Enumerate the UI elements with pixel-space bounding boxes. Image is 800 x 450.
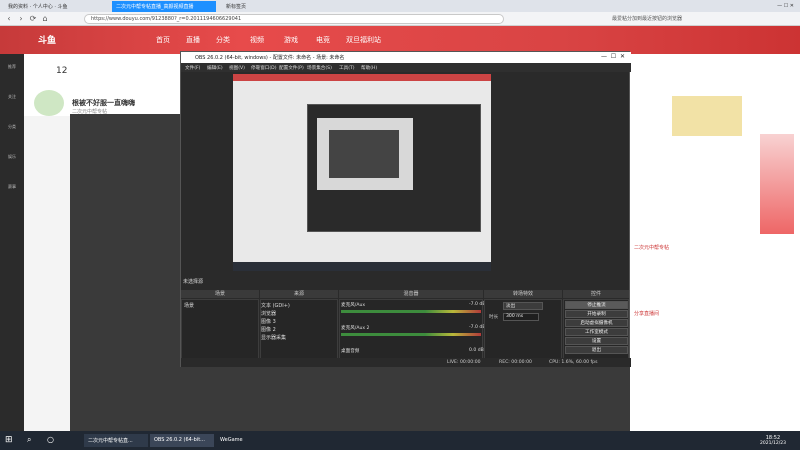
tab-profile[interactable]: 我的资料 · 个人中心 · 斗鱼 bbox=[4, 1, 104, 12]
menu-view[interactable]: 视图(V) bbox=[229, 65, 245, 71]
obs-status-bar: LIVE: 00:00:00 REC: 00:00:00 CPU: 1.6%, … bbox=[181, 358, 631, 367]
refresh-icon[interactable]: ⟳ bbox=[28, 14, 38, 24]
nav-game[interactable]: 游戏 bbox=[284, 35, 298, 45]
obs-title-bar: OBS 26.0.2 (64-bit, windows) - 配置文件: 未命名… bbox=[181, 52, 631, 63]
douyu-header: 斗鱼 首页 直播 分类 视频 游戏 电竞 双旦福利站 bbox=[0, 26, 800, 54]
no-source-label: 未选择源 bbox=[183, 279, 204, 285]
transitions-dock: 淡出 时长 300 ms bbox=[484, 299, 562, 361]
nav-home[interactable]: 首页 bbox=[156, 35, 170, 45]
nav-event[interactable]: 双旦福利站 bbox=[346, 35, 381, 45]
home-icon[interactable]: ⌂ bbox=[40, 14, 50, 24]
taskbar-item-browser[interactable]: 二次元中帮专帖直... bbox=[84, 434, 148, 447]
clock[interactable]: 18:52 2021/12/23 bbox=[756, 432, 790, 446]
share-note[interactable]: 分享直播间 bbox=[634, 310, 659, 317]
preview-capture-header bbox=[233, 74, 491, 81]
nav-esports[interactable]: 电竞 bbox=[316, 35, 330, 45]
status-rec: REC: 00:00:00 bbox=[499, 360, 532, 365]
obs-title: OBS 26.0.2 (64-bit, windows) - 配置文件: 未命名… bbox=[195, 55, 345, 61]
chat-note: 二次元中帮专帖 bbox=[634, 245, 670, 251]
preview-taskbar bbox=[233, 262, 491, 271]
tab-new[interactable]: 新标签页 bbox=[222, 1, 262, 12]
tab-douyu-live[interactable]: 二次元中帮专帖直播_高颜视频直播 bbox=[112, 1, 216, 12]
stream-title: 根被不好服一直嗨嗨 bbox=[72, 99, 135, 107]
promo-banner[interactable] bbox=[672, 96, 742, 136]
address-bar-row: ‹ › ⟳ ⌂ https://www.douyu.com/9123880?_r… bbox=[0, 12, 800, 26]
menu-scene-collection[interactable]: 场景集合(S) bbox=[307, 65, 332, 71]
mixer-desktop-label: 桌面音频 bbox=[341, 349, 360, 354]
status-cpu: CPU: 1.6%, 60.00 fps bbox=[549, 360, 598, 365]
menu-file[interactable]: 文件(F) bbox=[185, 65, 200, 71]
obs-window-controls[interactable]: — ☐ ✕ bbox=[601, 53, 625, 60]
studio-mode-button[interactable]: 工作室模式 bbox=[565, 328, 628, 336]
sidebar-item-match[interactable]: 赛事 bbox=[3, 184, 21, 202]
clock-date: 2021/12/23 bbox=[760, 441, 786, 446]
dock-header-controls: 控件 bbox=[563, 290, 629, 298]
dock-header-scenes: 场景 bbox=[181, 290, 259, 298]
viewer-count: 12 bbox=[56, 66, 68, 76]
mixer-mic2-label: 麦克风/Aux 2 bbox=[341, 326, 370, 331]
douyu-sidebar: 推荐 关注 分类 娱乐 赛事 bbox=[0, 54, 24, 431]
menu-profile[interactable]: 配置文件(P) bbox=[279, 65, 304, 71]
obs-preview[interactable] bbox=[233, 74, 491, 271]
taskbar-item-obs[interactable]: OBS 26.0.2 (64-bit... bbox=[150, 434, 214, 447]
menu-tools[interactable]: 工具(T) bbox=[339, 65, 355, 71]
nav-category[interactable]: 分类 bbox=[216, 35, 230, 45]
duration-input[interactable]: 300 ms bbox=[503, 313, 539, 321]
sidebar-item-ent[interactable]: 娱乐 bbox=[3, 154, 21, 172]
stream-info-panel: 12 根被不好服一直嗨嗨 二次元中帮专帖 bbox=[24, 54, 184, 116]
mixer-mic2-meter bbox=[341, 333, 481, 336]
avatar[interactable] bbox=[34, 90, 64, 116]
sidebar-item-recommend[interactable]: 推荐 bbox=[3, 64, 21, 82]
dock-header-sources: 来源 bbox=[260, 290, 338, 298]
start-icon[interactable]: ⊞ bbox=[4, 434, 14, 447]
source-item-text[interactable]: 文本 (GDI+) bbox=[261, 302, 290, 309]
scene-item[interactable]: 场景 bbox=[184, 302, 194, 309]
status-live: LIVE: 00:00:00 bbox=[447, 360, 481, 365]
source-item-image3[interactable]: 图像 3 bbox=[261, 318, 276, 325]
settings-button[interactable]: 设置 bbox=[565, 337, 628, 345]
right-column: 二次元中帮专帖 分享直播间 bbox=[630, 54, 800, 431]
dock-header-mixer: 混音器 bbox=[339, 290, 483, 298]
menu-dock[interactable]: 停靠窗口(D) bbox=[251, 65, 277, 71]
task-view-icon[interactable]: ○ bbox=[46, 434, 55, 447]
window-controls[interactable]: — ☐ ✕ bbox=[720, 1, 798, 12]
nav-live[interactable]: 直播 bbox=[186, 35, 200, 45]
windows-taskbar: ⊞ ⌕ ○ 二次元中帮专帖直... OBS 26.0.2 (64-bit... … bbox=[0, 431, 800, 450]
menu-help[interactable]: 帮助(H) bbox=[361, 65, 377, 71]
obs-window: OBS 26.0.2 (64-bit, windows) - 配置文件: 未命名… bbox=[180, 51, 631, 367]
transition-select[interactable]: 淡出 bbox=[503, 302, 543, 310]
mixer-mic1-meter bbox=[341, 310, 481, 313]
taskbar-item-wegame[interactable]: WeGame bbox=[216, 434, 266, 447]
sidebar-item-follow[interactable]: 关注 bbox=[3, 94, 21, 112]
duration-label: 时长 bbox=[489, 315, 499, 320]
exit-button[interactable]: 退出 bbox=[565, 346, 628, 354]
back-icon[interactable]: ‹ bbox=[4, 14, 14, 24]
search-icon[interactable]: ⌕ bbox=[26, 434, 32, 447]
mixer-desktop-db: 0.0 dB bbox=[469, 348, 484, 353]
forward-icon[interactable]: › bbox=[16, 14, 26, 24]
virtual-camera-button[interactable]: 启动虚拟摄像机 bbox=[565, 319, 628, 327]
scenes-dock: 场景 bbox=[181, 299, 259, 361]
preview-nested-deeper bbox=[329, 130, 399, 178]
obs-menu-bar: 文件(F) 编辑(E) 视图(V) 停靠窗口(D) 配置文件(P) 场景集合(S… bbox=[181, 63, 631, 72]
source-item-display[interactable]: 显示器采集 bbox=[261, 334, 286, 341]
sidebar-item-category[interactable]: 分类 bbox=[3, 124, 21, 142]
stop-stream-button[interactable]: 停止推流 bbox=[565, 301, 628, 309]
start-record-button[interactable]: 开始录制 bbox=[565, 310, 628, 318]
browser-tab-bar: 我的资料 · 个人中心 · 斗鱼 二次元中帮专帖直播_高颜视频直播 新标签页 —… bbox=[0, 0, 800, 12]
source-item-browser[interactable]: 浏览器 bbox=[261, 310, 276, 317]
source-item-image2[interactable]: 图像 2 bbox=[261, 326, 276, 333]
event-sidebar[interactable] bbox=[760, 134, 794, 234]
bookmark-hint: 最爱粘分加到最近按钮的浏览器 bbox=[612, 16, 683, 22]
nav-video[interactable]: 视频 bbox=[250, 35, 264, 45]
url-field[interactable]: https://www.douyu.com/9123880?_r=0.20111… bbox=[84, 14, 504, 24]
menu-edit[interactable]: 编辑(E) bbox=[207, 65, 223, 71]
douyu-logo[interactable]: 斗鱼 bbox=[38, 33, 56, 46]
dock-header-transitions: 转场特效 bbox=[484, 290, 562, 298]
mixer-mic1-label: 麦克风/Aux bbox=[341, 303, 366, 308]
